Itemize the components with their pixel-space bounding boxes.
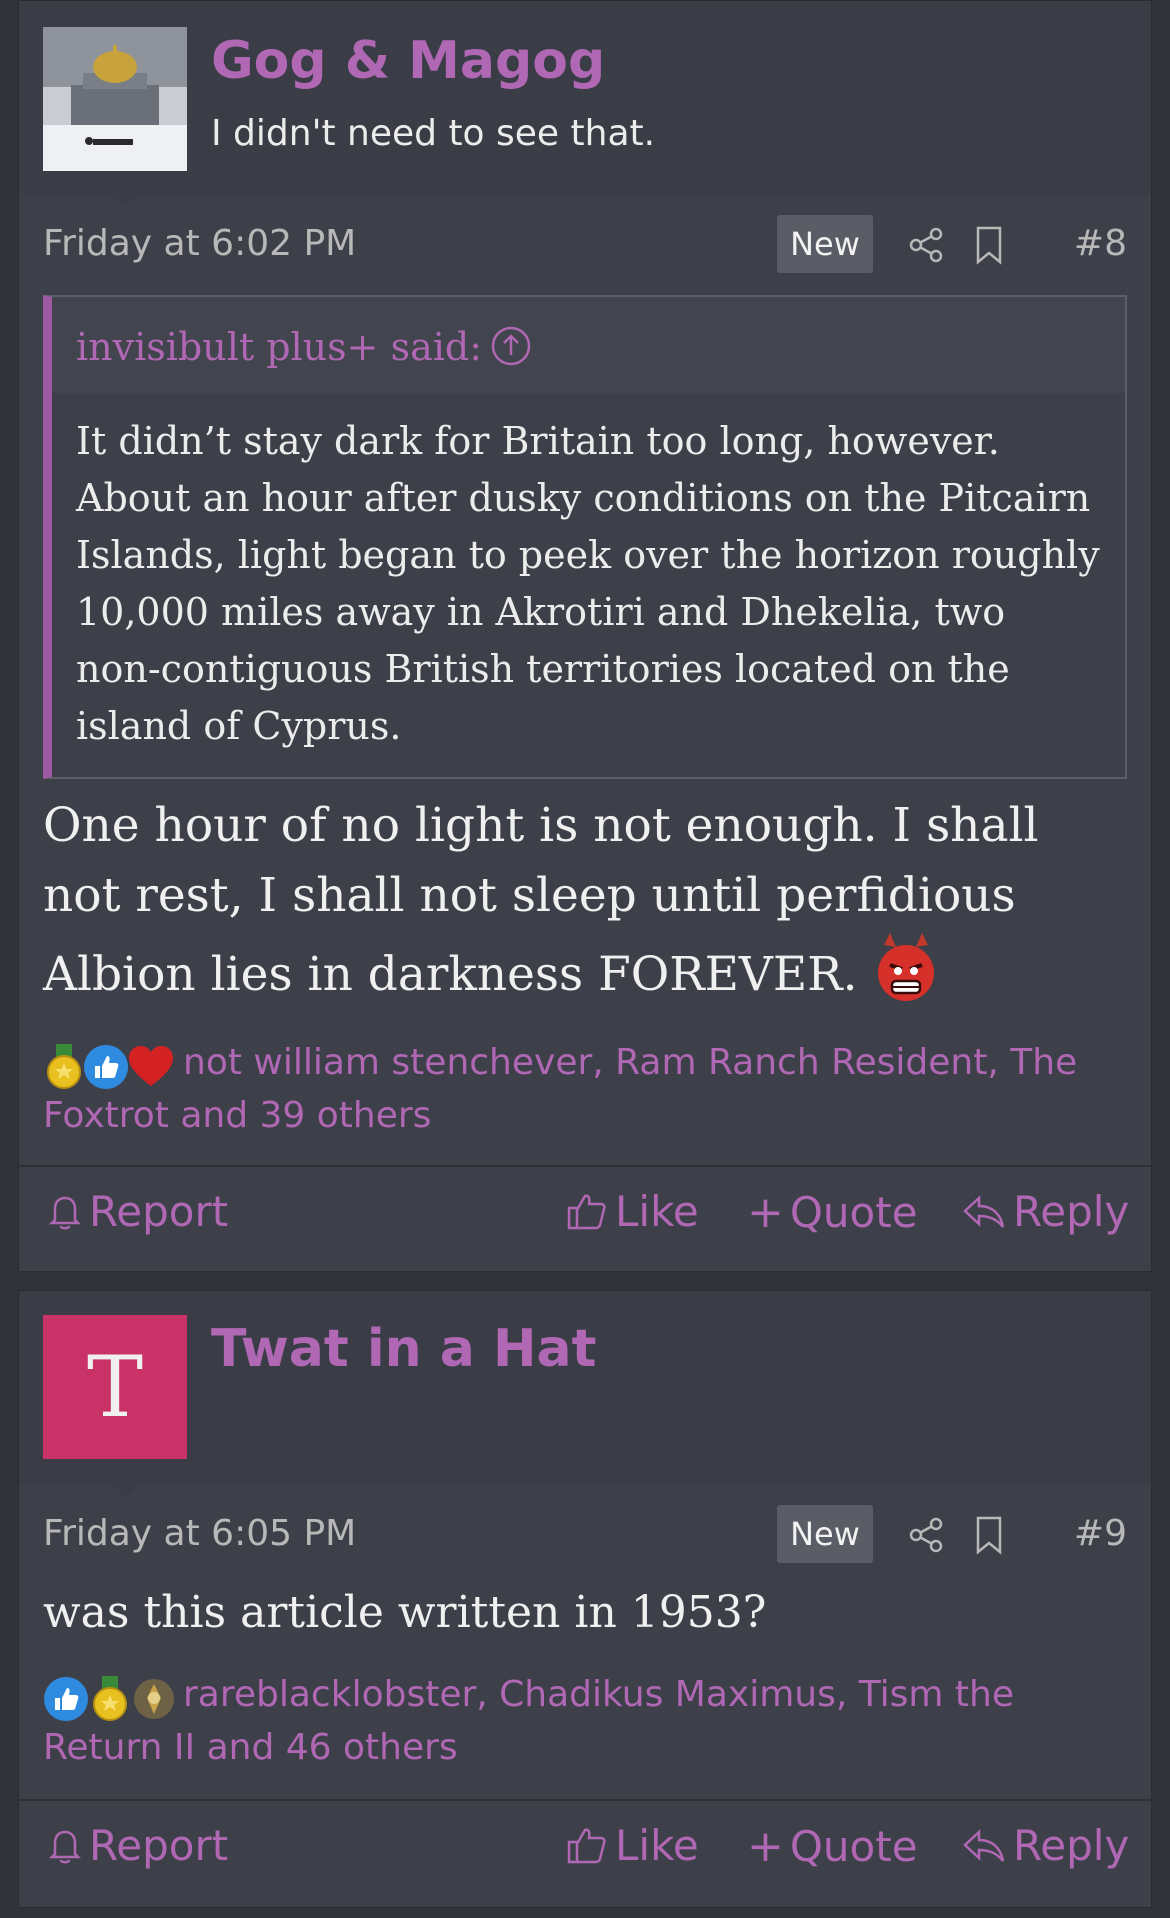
reply-label: Reply	[1013, 1187, 1130, 1236]
post-timestamp[interactable]: Friday at 6:02 PM	[43, 223, 356, 264]
reaction-icons	[43, 1038, 181, 1090]
quote-attribution[interactable]: invisibult plus+ said:	[76, 325, 482, 369]
reply-button[interactable]: Reply	[961, 1187, 1129, 1236]
thumbs-up-icon	[43, 1676, 89, 1737]
angry-devil-emoji	[876, 931, 936, 1025]
quote-header: invisibult plus+ said:	[52, 297, 1125, 393]
quote-button[interactable]: + Quote	[747, 1187, 918, 1238]
medal-icon	[43, 1044, 85, 1105]
quote-label: Quote	[789, 1822, 918, 1871]
post-body-text: was this article written in 1953?	[43, 1587, 767, 1638]
like-label: Like	[615, 1821, 699, 1870]
post-timestamp[interactable]: Friday at 6:05 PM	[43, 1513, 356, 1554]
reactions-text[interactable]: rareblacklobster, Chadikus Maximus, Tism…	[43, 1674, 1014, 1768]
like-button[interactable]: Like	[565, 1821, 699, 1870]
quote-text: It didn’t stay dark for Britain too long…	[76, 419, 1100, 748]
header-pointer	[111, 1484, 139, 1498]
emblem-icon	[131, 1676, 177, 1737]
post-8: Gog & Magog I didn't need to see that. F…	[18, 0, 1152, 1272]
post-header: T Twat in a Hat	[19, 1291, 1151, 1498]
like-button[interactable]: Like	[565, 1187, 699, 1236]
post-meta: Friday at 6:05 PM New #9	[43, 1505, 1127, 1565]
reactions-text[interactable]: not william stenchever, Ram Ranch Reside…	[43, 1042, 1077, 1136]
post-body: was this article written in 1953?	[43, 1583, 1127, 1643]
thumbs-up-icon	[83, 1044, 129, 1105]
plus-icon: +	[747, 1187, 784, 1238]
bell-icon	[48, 1830, 82, 1863]
username[interactable]: Gog & Magog	[211, 31, 605, 91]
avatar-letter: T	[43, 1315, 187, 1459]
avatar[interactable]	[43, 27, 187, 171]
medal-icon	[89, 1676, 131, 1737]
new-badge: New	[777, 215, 873, 273]
post-action-bar: Report Like + Quote Reply	[19, 1165, 1151, 1271]
post-action-bar: Report Like + Quote Reply	[19, 1799, 1151, 1905]
reactions-summary[interactable]: not william stenchever, Ram Ranch Reside…	[43, 1037, 1091, 1142]
thumbs-up-outline-icon	[567, 1194, 606, 1229]
bookmark-icon[interactable]	[971, 1515, 1007, 1559]
header-pointer	[111, 194, 139, 208]
reply-button[interactable]: Reply	[961, 1821, 1129, 1870]
username[interactable]: Twat in a Hat	[211, 1319, 596, 1379]
post-9: T Twat in a Hat Friday at 6:05 PM New #9…	[18, 1290, 1152, 1908]
reply-label: Reply	[1013, 1821, 1130, 1870]
avatar[interactable]: T	[43, 1315, 187, 1459]
reactions-summary[interactable]: rareblacklobster, Chadikus Maximus, Tism…	[43, 1669, 1091, 1774]
new-badge: New	[777, 1505, 873, 1563]
plus-icon: +	[747, 1821, 784, 1872]
arrow-up-circle-icon[interactable]	[490, 325, 532, 371]
post-number[interactable]: #8	[1074, 223, 1127, 264]
post-header: Gog & Magog I didn't need to see that.	[19, 1, 1151, 208]
post-body: One hour of no light is not enough. I sh…	[43, 791, 1121, 1025]
report-label: Report	[89, 1187, 229, 1236]
reply-arrow-icon	[963, 1194, 1005, 1228]
reaction-icons	[43, 1670, 181, 1722]
avatar-image	[43, 27, 187, 171]
reply-arrow-icon	[963, 1828, 1005, 1862]
bell-icon	[48, 1196, 82, 1229]
bookmark-icon[interactable]	[971, 225, 1007, 269]
quote-button[interactable]: + Quote	[747, 1821, 918, 1872]
post-number[interactable]: #9	[1074, 1513, 1127, 1554]
post-meta: Friday at 6:02 PM New #8	[43, 215, 1127, 275]
thumbs-up-outline-icon	[567, 1828, 606, 1863]
share-icon[interactable]	[907, 1515, 947, 1559]
quote-label: Quote	[789, 1188, 918, 1237]
heart-icon	[127, 1044, 175, 1105]
quote-block: invisibult plus+ said: It didn’t stay da…	[43, 295, 1127, 779]
like-label: Like	[615, 1187, 699, 1236]
share-icon[interactable]	[907, 225, 947, 269]
user-title: I didn't need to see that.	[211, 113, 656, 154]
report-label: Report	[89, 1821, 229, 1870]
report-button[interactable]: Report	[47, 1187, 228, 1236]
report-button[interactable]: Report	[47, 1821, 228, 1870]
